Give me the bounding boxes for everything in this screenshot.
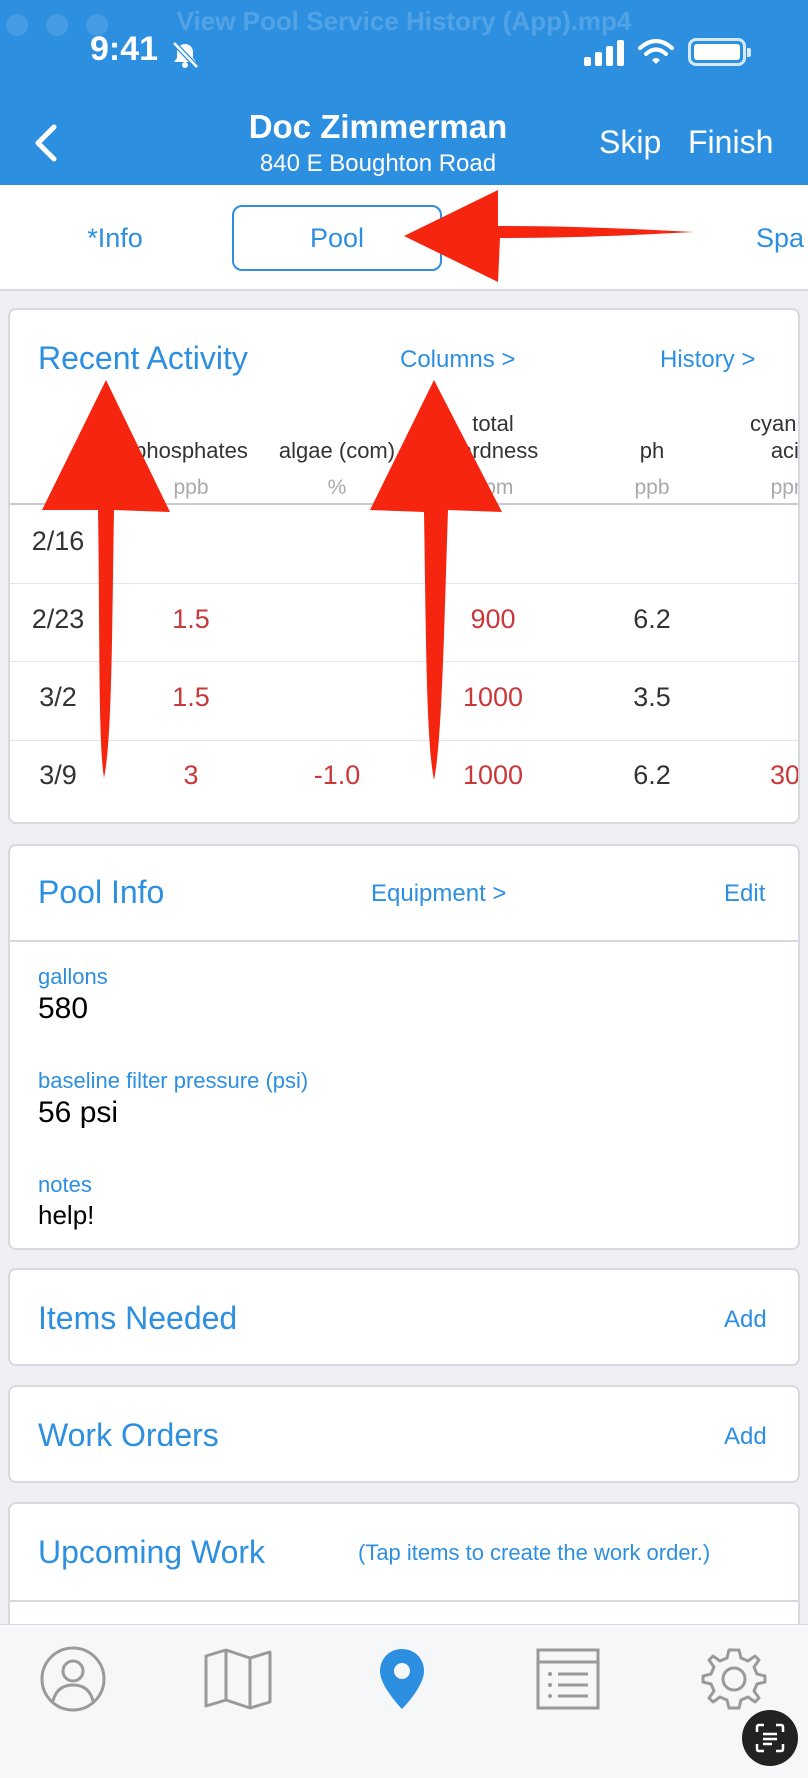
recent-activity-title: Recent Activity	[38, 340, 248, 376]
cell-total-hardness: 900	[470, 604, 516, 634]
row-date[interactable]: 3/9	[10, 760, 106, 791]
status-indicators	[584, 38, 751, 66]
cell-phosphates: 1.5	[172, 604, 210, 634]
bell-slash-icon	[172, 41, 199, 69]
columns-link[interactable]: Columns >	[400, 346, 515, 374]
unit-cyanuric-acid: ppm	[770, 476, 798, 499]
cell-phosphates: 1.5	[172, 682, 210, 712]
column-header-line2: hardness	[447, 438, 539, 463]
row-divider	[10, 740, 798, 741]
row-date[interactable]: 2/23	[10, 604, 106, 635]
table-header-divider	[10, 503, 798, 505]
nav-clients-button[interactable]	[33, 1639, 113, 1719]
wifi-icon	[638, 39, 674, 64]
pool-info-divider	[10, 940, 798, 942]
items-needed-title: Items Needed	[38, 1300, 238, 1336]
map-icon	[204, 1648, 272, 1710]
gear-icon	[701, 1648, 767, 1710]
pressure-label: baseline filter pressure (psi)	[38, 1068, 309, 1093]
cell-total-hardness: 1000	[462, 760, 524, 790]
column-header-line1	[592, 410, 712, 437]
person-icon	[40, 1646, 106, 1712]
cell-phosphates: 3	[183, 760, 199, 790]
upcoming-work-divider	[10, 1600, 798, 1602]
tab-pool[interactable]: Pool	[232, 205, 442, 271]
cell-total-hardness: 1000	[462, 682, 524, 712]
unit-phosphates: ppb	[173, 476, 209, 499]
cell-ph: 6.2	[633, 604, 671, 634]
row-date[interactable]: 3/2	[10, 682, 106, 713]
notes-value: help!	[38, 1200, 95, 1230]
recent-activity-card: Recent Activity Columns > History > phos…	[8, 308, 800, 824]
column-header-line1: total	[472, 411, 514, 436]
column-header-total-hardness: total hardness	[418, 410, 568, 464]
items-needed-card: Items Needed Add	[8, 1268, 800, 1366]
tab-bar: *Info Pool Spa	[0, 185, 808, 291]
items-needed-add-button[interactable]: Add	[724, 1306, 767, 1334]
cell-cyanuric-acid: 30	[770, 760, 800, 790]
equipment-link[interactable]: Equipment >	[371, 880, 506, 908]
nav-settings-button[interactable]	[694, 1639, 774, 1719]
work-orders-card: Work Orders Add	[8, 1385, 800, 1483]
work-orders-title: Work Orders	[38, 1417, 219, 1453]
column-header-ph: ph	[592, 410, 712, 464]
row-divider	[10, 661, 798, 662]
pool-info-card: Pool Info Equipment > Edit gallons 580 b…	[8, 844, 800, 1250]
column-header-line1	[128, 410, 254, 437]
column-header-phosphates: phosphates	[128, 410, 254, 464]
scan-text-button[interactable]	[742, 1710, 798, 1766]
unit-total-hardness: ppm	[472, 476, 514, 499]
gallons-value: 580	[38, 992, 89, 1025]
bottom-nav	[0, 1624, 808, 1778]
signal-icon	[584, 38, 624, 66]
cell-ph: 6.2	[633, 760, 671, 790]
pool-info-title: Pool Info	[38, 874, 165, 910]
unit-ph: ppb	[634, 476, 670, 499]
column-header-line2: acid	[770, 438, 799, 463]
upcoming-work-title: Upcoming Work	[38, 1534, 266, 1570]
column-header-line2: ph	[639, 438, 665, 463]
battery-icon	[688, 38, 751, 66]
nav-map-button[interactable]	[198, 1639, 278, 1719]
header: View Pool Service History (App).mp4 9:41…	[0, 0, 808, 185]
history-link[interactable]: History >	[660, 346, 755, 374]
upcoming-work-hint: (Tap items to create the work order.)	[358, 1540, 711, 1565]
row-divider	[10, 583, 798, 584]
column-header-cyanuric-acid: cyanuric acid	[736, 410, 799, 464]
nav-route-button[interactable]	[362, 1639, 442, 1719]
work-orders-add-button[interactable]: Add	[724, 1423, 767, 1451]
column-header-line2: phosphates	[134, 438, 248, 463]
unit-algae: %	[327, 476, 347, 499]
upcoming-work-card: Upcoming Work (Tap items to create the w…	[8, 1502, 800, 1642]
list-icon	[536, 1648, 600, 1710]
edit-link[interactable]: Edit	[724, 880, 765, 908]
column-header-line2: algae (com)	[278, 438, 396, 463]
gallons-label: gallons	[38, 964, 108, 989]
cell-ph: 3.5	[633, 682, 671, 712]
column-header-line1: cyanuric	[750, 411, 798, 436]
row-date[interactable]: 2/16	[10, 526, 106, 557]
column-header-line1	[262, 410, 412, 437]
nav-list-button[interactable]	[528, 1639, 608, 1719]
tab-spa[interactable]: Spa	[756, 205, 808, 271]
tab-info[interactable]: *Info	[40, 205, 190, 271]
text-scan-icon	[755, 1723, 785, 1753]
location-pin-icon	[380, 1649, 424, 1709]
finish-button[interactable]: Finish	[688, 124, 773, 161]
skip-button[interactable]: Skip	[599, 124, 661, 161]
column-header-algae: algae (com)	[262, 410, 412, 464]
notes-label: notes	[38, 1172, 92, 1197]
pressure-value: 56 psi	[38, 1096, 119, 1129]
status-time: 9:41	[90, 30, 159, 68]
cell-algae: -1.0	[313, 760, 361, 790]
